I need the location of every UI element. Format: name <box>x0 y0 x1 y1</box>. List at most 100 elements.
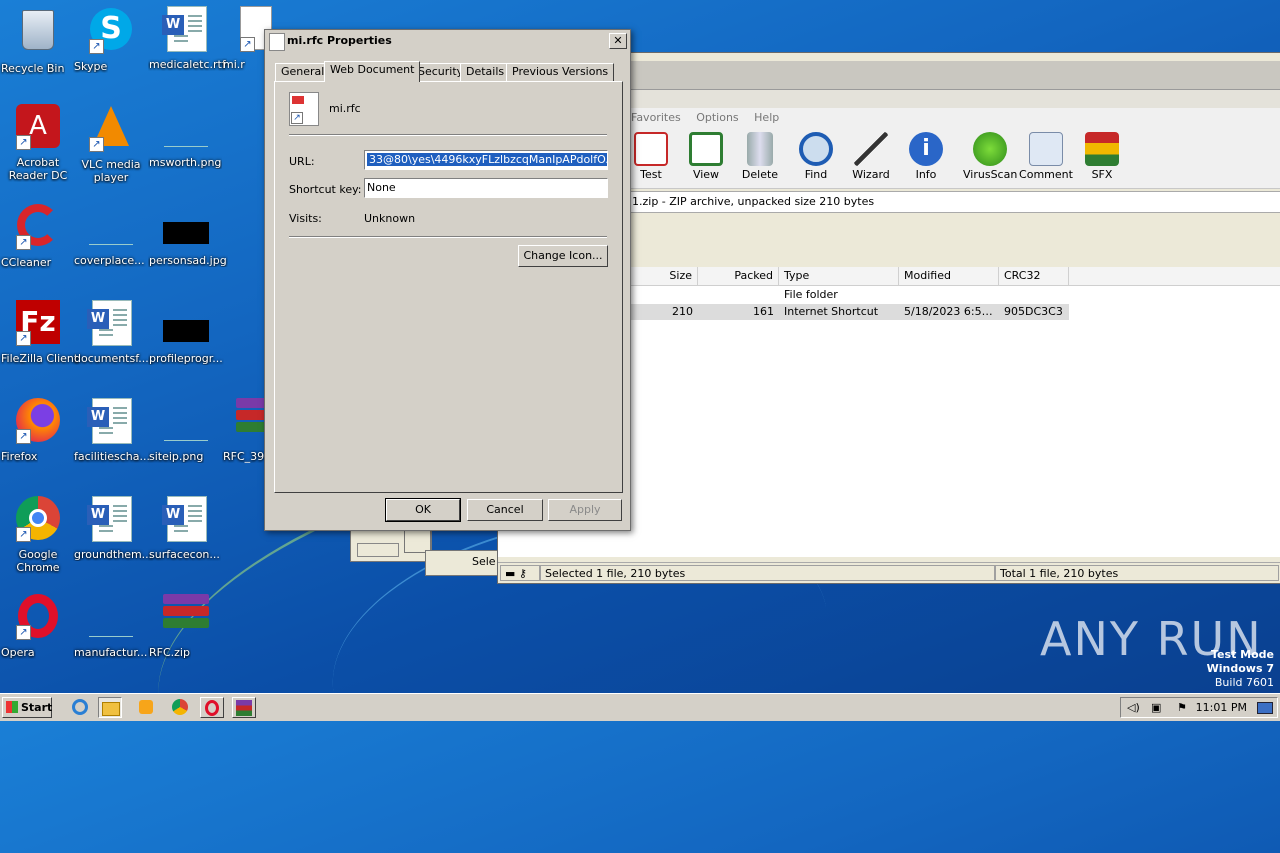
taskbar-ie[interactable] <box>68 697 92 718</box>
word-doc-icon: W <box>162 6 210 54</box>
shortcut-key-label: Shortcut key: <box>289 183 362 196</box>
desktop-icon-chrome[interactable]: ↗ Google Chrome <box>0 496 76 574</box>
tab-details[interactable]: Details <box>460 63 511 82</box>
apply-button[interactable]: Apply <box>548 499 622 521</box>
dialog-titlebar[interactable]: mi.rfc Properties ✕ <box>265 30 630 52</box>
tab-previous-versions[interactable]: Previous Versions <box>506 63 615 82</box>
desktop-icon-filezilla[interactable]: Fz ↗ FileZilla Client <box>0 300 78 365</box>
cancel-button[interactable]: Cancel <box>467 499 543 521</box>
divider <box>289 236 607 238</box>
image-file-icon <box>162 300 210 348</box>
ie-icon <box>72 699 88 715</box>
toolbar-delete-button[interactable]: Delete <box>733 132 787 181</box>
file-name: mi.rfc <box>329 102 361 115</box>
desktop-icon-facilitiescha[interactable]: W facilitiescha... <box>73 398 150 463</box>
opera-icon: ↗ <box>14 594 62 642</box>
desktop-icon-opera[interactable]: ↗ Opera <box>0 594 76 659</box>
desktop-icon-surfacecon[interactable]: W surfacecon... <box>148 496 224 561</box>
desktop-icon-recycle-bin[interactable]: Recycle Bin <box>0 6 76 75</box>
folder-icon <box>102 702 120 716</box>
desktop-icon-medicaletc[interactable]: W medicaletc.rtf <box>148 6 226 71</box>
wand-icon <box>854 132 888 166</box>
tab-general[interactable]: General <box>275 63 331 82</box>
vlc-icon: ↗ <box>87 106 135 154</box>
winrar-icon <box>222 398 266 446</box>
test-mode-watermark: Test Mode Windows 7 Build 7601 <box>1206 648 1274 689</box>
menu-favorites[interactable]: Favorites <box>631 111 681 124</box>
flag-icon[interactable]: ⚑ <box>1177 701 1187 714</box>
desktop-icon-groundthem[interactable]: W groundthem... <box>73 496 152 561</box>
desktop-icon-siteip[interactable]: siteip.png <box>148 398 224 463</box>
taskbar-explorer[interactable] <box>98 697 122 718</box>
column-type[interactable]: Type <box>779 267 899 285</box>
toolbar-sfx-button[interactable]: SFX <box>1075 132 1129 181</box>
desktop-icon-rfc-zip[interactable]: RFC.zip <box>148 594 224 659</box>
column-crc32[interactable]: CRC32 <box>999 267 1069 285</box>
desktop-icon-coverplace[interactable]: coverplace... <box>73 202 149 267</box>
properties-dialog[interactable]: mi.rfc Properties ✕ General Web Document… <box>264 29 631 531</box>
change-icon-button[interactable]: Change Icon... <box>518 245 608 267</box>
toolbar-info-button[interactable]: i Info <box>899 132 953 181</box>
desktop-icon-msworth[interactable]: msworth.png <box>148 104 224 169</box>
ok-button[interactable]: OK <box>385 498 461 522</box>
taskbar-chrome[interactable] <box>168 697 192 718</box>
desktop-icon-ccleaner[interactable]: ↗ CCleaner <box>0 202 76 269</box>
ccleaner-icon: ↗ <box>14 204 62 252</box>
image-file-icon <box>162 398 210 446</box>
firefox-icon: ↗ <box>14 398 62 446</box>
acrobat-icon: A ↗ <box>14 104 62 152</box>
image-file-icon <box>162 104 210 152</box>
tab-web-document[interactable]: Web Document <box>324 61 421 82</box>
desktop-icon-documentsf[interactable]: W documentsf... <box>73 300 149 365</box>
desktop-icon-acrobat[interactable]: A ↗ Acrobat Reader DC <box>0 104 76 182</box>
desktop-icon-profileprogr[interactable]: profileprogr... <box>148 300 224 365</box>
clock[interactable]: 11:01 PM <box>1196 701 1247 714</box>
info-icon: i <box>909 132 943 166</box>
desktop-icon-vlc[interactable]: ↗ VLC media player <box>73 104 149 184</box>
show-desktop-icon[interactable] <box>1257 702 1273 714</box>
chrome-icon <box>172 699 188 715</box>
column-packed[interactable]: Packed <box>698 267 779 285</box>
toolbar-find-button[interactable]: Find <box>789 132 843 181</box>
close-button[interactable]: ✕ <box>609 33 627 49</box>
file-icon: ↗ <box>222 6 272 54</box>
skype-icon: S ↗ <box>87 8 135 56</box>
status-bar: ▬ ⚷ Selected 1 file, 210 bytes Total 1 f… <box>498 562 1280 583</box>
url-field[interactable]: 33@80\yes\4496kxyFLzlbzcqManIpAPdolfO.ex… <box>364 150 608 170</box>
taskbar-media-player[interactable] <box>134 697 158 718</box>
opera-icon <box>205 700 219 716</box>
toolbar-comment-button[interactable]: Comment <box>1019 132 1073 181</box>
test-icon <box>634 132 668 166</box>
menu-help[interactable]: Help <box>754 111 779 124</box>
key-icon <box>357 543 399 557</box>
taskbar-winrar[interactable] <box>232 697 256 718</box>
system-tray: ◁) ▣ ⚑ 11:01 PM <box>1120 697 1278 718</box>
toolbar-view-button[interactable]: View <box>679 132 733 181</box>
toolbar-test-button[interactable]: Test <box>624 132 678 181</box>
menu-options[interactable]: Options <box>696 111 738 124</box>
status-total: Total 1 file, 210 bytes <box>995 565 1279 581</box>
desktop-icon-personsad[interactable]: personsad.jpg <box>148 202 227 267</box>
desktop-icon-mi-rfc[interactable]: ↗ mi.r <box>222 6 272 71</box>
desktop-icon-skype[interactable]: S ↗ Skype <box>73 6 149 73</box>
column-modified[interactable]: Modified <box>899 267 999 285</box>
toolbar-wizard-button[interactable]: Wizard <box>844 132 898 181</box>
desktop-icon-rfc39[interactable]: RFC_39 <box>222 398 266 463</box>
word-doc-icon: W <box>162 496 210 544</box>
image-file-icon <box>162 202 210 250</box>
windows-flag-icon <box>6 701 18 713</box>
divider <box>289 134 607 136</box>
start-button[interactable]: Start <box>2 697 52 718</box>
status-selected: Selected 1 file, 210 bytes <box>540 565 995 581</box>
shortcut-key-field[interactable]: None <box>364 178 608 198</box>
image-file-icon <box>87 594 135 642</box>
desktop-icon-firefox[interactable]: ↗ Firefox <box>0 398 76 463</box>
desktop-icon-manufactur[interactable]: manufactur... <box>73 594 149 659</box>
background-window-fragment[interactable]: Sele <box>425 550 502 576</box>
network-icon[interactable]: ▣ <box>1151 701 1161 714</box>
recycle-bin-icon <box>14 10 62 58</box>
taskbar-opera[interactable] <box>200 697 224 718</box>
taskbar: Start ◁) ▣ ⚑ 11:01 PM <box>0 693 1280 721</box>
toolbar-virusscan-button[interactable]: VirusScan <box>963 132 1017 181</box>
volume-icon[interactable]: ◁) <box>1127 701 1140 714</box>
